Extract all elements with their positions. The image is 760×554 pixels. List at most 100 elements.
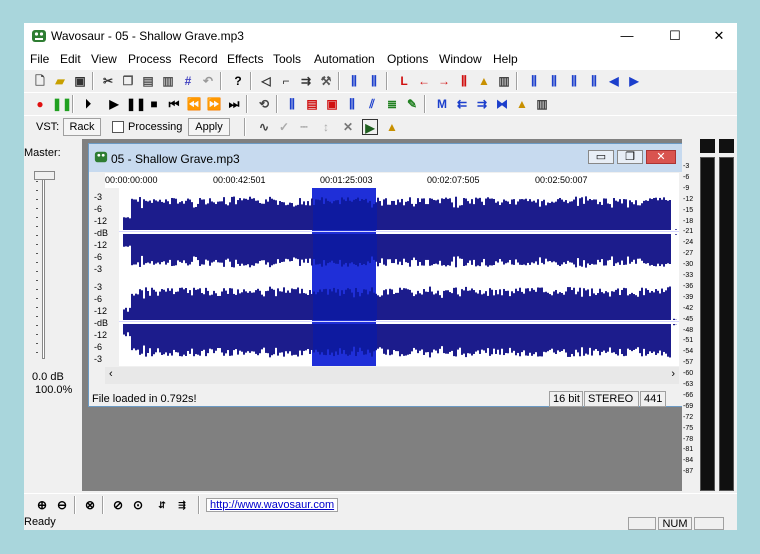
scroll-right-icon[interactable]: › xyxy=(671,368,675,380)
menu-record[interactable]: Record xyxy=(179,52,218,66)
timeline-ruler[interactable]: 00:00:00:000 00:00:42:501 00:01:25:003 0… xyxy=(105,173,679,188)
zoom-full-icon[interactable]: ⊗ xyxy=(82,497,98,513)
record-icon[interactable]: ● xyxy=(32,96,48,112)
marker-m-icon[interactable]: M xyxy=(434,96,450,112)
marker-wave-icon[interactable]: ⫼ xyxy=(456,73,472,89)
new-file-icon[interactable]: 🗋 xyxy=(32,73,48,89)
reverse-icon[interactable]: ⫼ xyxy=(344,96,360,112)
zoom-selection-icon[interactable]: ⊘ xyxy=(110,497,126,513)
master-slider-track[interactable] xyxy=(42,173,45,359)
rack-button[interactable]: Rack xyxy=(63,118,101,136)
play-icon[interactable]: ▶ xyxy=(106,96,122,112)
loop-icon[interactable]: ⟲ xyxy=(256,96,272,112)
marker-right-icon[interactable]: → xyxy=(436,73,452,89)
apply-button[interactable]: Apply xyxy=(188,118,230,136)
marker-left-icon[interactable]: ← xyxy=(416,73,432,89)
processing-checkbox[interactable] xyxy=(112,121,124,133)
horizontal-scrollbar[interactable]: ‹ › xyxy=(105,367,679,384)
mix-icon[interactable]: ▤ xyxy=(304,96,320,112)
menu-automation[interactable]: Automation xyxy=(314,52,375,66)
wave-zoom-icon[interactable]: ⫼ xyxy=(566,73,582,89)
waveform-area[interactable] xyxy=(119,188,679,366)
copy-icon[interactable]: ❐ xyxy=(120,73,136,89)
eq-icon[interactable]: ≣ xyxy=(384,96,400,112)
marker-icon[interactable]: L xyxy=(396,73,412,89)
crossfade-icon[interactable]: ▣ xyxy=(324,96,340,112)
vst-lock-icon[interactable]: ▲ xyxy=(384,119,400,135)
undo-icon[interactable]: ↶ xyxy=(200,73,216,89)
cut-icon[interactable]: ✂ xyxy=(100,73,116,89)
close-button[interactable]: ✕ xyxy=(697,23,737,49)
go-end-icon[interactable]: ⏭ xyxy=(226,96,242,112)
close-x-icon[interactable]: ✕ xyxy=(340,119,356,135)
waveform-peak xyxy=(371,324,373,357)
play-from-start-icon[interactable]: ⏵ xyxy=(80,96,96,112)
open-folder-icon[interactable]: ▰ xyxy=(52,73,68,89)
marker-trash-icon[interactable]: ▥ xyxy=(534,96,550,112)
master-slider-thumb[interactable] xyxy=(34,171,55,180)
document-restore-button[interactable]: ❐ xyxy=(617,150,643,164)
lock-icon[interactable]: ▲ xyxy=(476,73,492,89)
scroll-left-icon[interactable]: ‹ xyxy=(109,368,113,380)
wave-gain-icon[interactable]: ⫼ xyxy=(346,73,362,89)
zoom-in-icon[interactable]: ⊕ xyxy=(34,497,50,513)
route-icon[interactable]: ⌐ xyxy=(278,73,294,89)
menu-tools[interactable]: Tools xyxy=(273,52,301,66)
wave-normalize-icon[interactable]: ⫼ xyxy=(366,73,382,89)
maximize-button[interactable]: ☐ xyxy=(653,23,697,49)
zoom-fit-icon[interactable]: ⊙ xyxy=(130,497,146,513)
menu-process[interactable]: Process xyxy=(128,52,171,66)
speaker-icon[interactable]: ◁ xyxy=(258,73,274,89)
zoom-vertical-icon[interactable]: ⇵ xyxy=(154,497,170,513)
document-close-button[interactable]: ✕ xyxy=(646,150,676,164)
wave-fit-icon[interactable]: ⫼ xyxy=(586,73,602,89)
menu-window[interactable]: Window xyxy=(439,52,482,66)
vertical-arrows-icon[interactable]: ↕ xyxy=(318,119,334,135)
draw-icon[interactable]: ✎ xyxy=(404,96,420,112)
check-icon[interactable]: ✓ xyxy=(276,119,292,135)
prev-arrow-icon[interactable]: ◀ xyxy=(606,73,622,89)
waveform-peak xyxy=(669,200,671,230)
marker-next-icon[interactable]: ⇉ xyxy=(474,96,490,112)
rewind-icon[interactable]: ⏪ xyxy=(186,96,202,112)
marker-add-icon[interactable]: ⧓ xyxy=(494,96,510,112)
zoom-horizontal-icon[interactable]: ⇶ xyxy=(174,497,190,513)
connect-icon[interactable]: ⇉ xyxy=(298,73,314,89)
zoom-out-icon[interactable]: ⊖ xyxy=(54,497,70,513)
help-icon[interactable]: ? xyxy=(230,73,246,89)
menu-file[interactable]: File xyxy=(30,52,49,66)
marker-lock-icon[interactable]: ▲ xyxy=(514,96,530,112)
save-icon[interactable]: ▣ xyxy=(72,73,88,89)
paste-icon[interactable]: ▤ xyxy=(140,73,156,89)
waveform-peak xyxy=(599,201,601,230)
minimize-button[interactable]: — xyxy=(605,23,649,49)
play-box-icon[interactable]: ▶ xyxy=(362,119,378,135)
marker-prev-icon[interactable]: ⇇ xyxy=(454,96,470,112)
menu-effects[interactable]: Effects xyxy=(227,52,263,66)
fast-forward-icon[interactable]: ⏩ xyxy=(206,96,222,112)
go-start-icon[interactable]: ⏮ xyxy=(166,96,182,112)
menu-edit[interactable]: Edit xyxy=(60,52,81,66)
waveform-peak xyxy=(223,234,225,267)
trash-icon[interactable]: ▥ xyxy=(496,73,512,89)
menu-options[interactable]: Options xyxy=(387,52,428,66)
paste-special-icon[interactable]: ▥ xyxy=(160,73,176,89)
insert-silence-icon[interactable]: ⫼ xyxy=(284,96,300,112)
waveform-svg[interactable] xyxy=(119,188,679,366)
record-pause-icon[interactable]: ❚❚ xyxy=(52,96,72,112)
envelope-icon[interactable]: ∿ xyxy=(256,119,272,135)
dotted-line-icon[interactable]: ┄ xyxy=(296,119,312,135)
website-link[interactable]: http://www.wavosaur.com xyxy=(206,498,339,512)
fade-in-icon[interactable]: ⫽ xyxy=(364,96,380,112)
wrench-icon[interactable]: ⚒ xyxy=(318,73,334,89)
wave-merge-icon[interactable]: ⫼ xyxy=(546,73,562,89)
pause-icon[interactable]: ❚❚ xyxy=(126,96,146,112)
document-minimize-button[interactable]: ▭ xyxy=(588,150,614,164)
menu-view[interactable]: View xyxy=(91,52,117,66)
waveform-peak xyxy=(253,198,255,230)
stop-icon[interactable]: ■ xyxy=(146,96,162,112)
crop-icon[interactable]: # xyxy=(180,73,196,89)
next-arrow-icon[interactable]: ▶ xyxy=(626,73,642,89)
wave-split-icon[interactable]: ⫼ xyxy=(526,73,542,89)
menu-help[interactable]: Help xyxy=(493,52,518,66)
